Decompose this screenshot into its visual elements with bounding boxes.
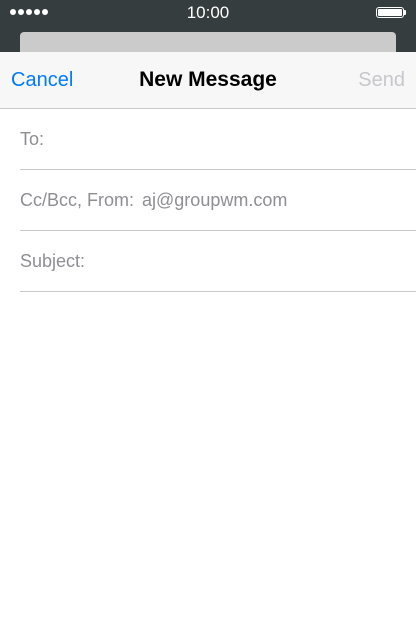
status-time: 10:00 [186,3,230,22]
send-button[interactable]: Send [358,68,405,92]
to-input[interactable] [44,109,416,169]
compose-sheet: Cancel New Message Send To: Cc/Bcc, From… [0,52,416,624]
subject-input[interactable] [85,231,416,291]
from-address[interactable]: aj@groupwm.com [142,190,287,211]
subject-field[interactable]: Subject: [20,231,416,292]
cc-bcc-from-label: Cc/Bcc, From: [20,189,135,210]
battery-tip [404,10,406,15]
to-field[interactable]: To: [20,109,416,170]
cc-bcc-from-field[interactable]: Cc/Bcc, From: aj@groupwm.com [20,170,416,231]
message-body[interactable] [0,292,416,617]
battery-icon [376,7,404,18]
to-label: To: [20,128,45,149]
navigation-bar: Cancel New Message Send [0,52,416,109]
subject-label: Subject: [20,250,86,271]
page-title: New Message [139,68,277,91]
